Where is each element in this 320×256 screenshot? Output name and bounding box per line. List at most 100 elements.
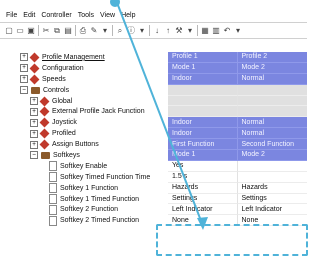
menu-help[interactable]: Help — [121, 12, 135, 19]
grid-cell[interactable]: Left Indicator — [168, 204, 238, 216]
grid-cell[interactable]: Normal — [237, 117, 307, 129]
menu-edit[interactable]: Edit — [23, 12, 35, 19]
tree-item[interactable]: + Configuration — [20, 63, 170, 74]
tree-item-label: Softkey Timed Function Time — [60, 173, 151, 181]
grid-cell[interactable]: Mode 1 — [168, 150, 238, 161]
grid-cell[interactable]: Normal — [237, 128, 307, 140]
print-icon[interactable]: ⎙ — [78, 25, 88, 37]
expand-icon[interactable]: + — [30, 97, 38, 105]
tree-item[interactable]: + Profiled — [20, 128, 170, 139]
toolbar-separator — [111, 25, 114, 37]
toolbar: ▢ ▭ ▣ ✂ ⧉ ▤ ⎙ ✎ ▾ ⌕ ⓘ ▾ ↓ ↑ ⚒ ▾ ▦ ▥ ↶ ▾ — [0, 22, 307, 39]
grid-icon[interactable]: ▦ — [200, 25, 210, 37]
search-icon[interactable]: ⌕ — [115, 25, 125, 37]
paste-icon[interactable]: ▤ — [63, 25, 73, 37]
collapse-icon[interactable]: − — [20, 86, 28, 95]
expand-icon[interactable]: + — [30, 118, 38, 127]
menu-tools[interactable]: Tools — [78, 12, 94, 19]
grid-cell[interactable]: 1.5 s — [168, 171, 238, 183]
grid-cell[interactable] — [168, 84, 238, 96]
tree-item[interactable]: + Profile Management — [20, 52, 170, 63]
tree-item[interactable]: + Speeds — [20, 74, 170, 85]
grid-cell[interactable]: Indoor — [168, 117, 238, 129]
wrench-icon[interactable]: ⚒ — [174, 25, 184, 37]
grid-cell[interactable]: Hazards — [168, 182, 238, 194]
download-icon[interactable]: ↓ — [152, 25, 162, 37]
grid-cell[interactable]: Second Function — [237, 139, 307, 151]
dropdown-icon[interactable]: ▾ — [233, 25, 243, 37]
grid-cell[interactable]: Mode 2 — [237, 62, 307, 74]
document-icon — [49, 172, 57, 183]
tree-item[interactable]: Softkey 1 Timed Function — [20, 194, 170, 205]
expand-icon[interactable]: + — [30, 140, 38, 149]
collapse-icon[interactable]: − — [30, 151, 38, 160]
tree-item-label: Joystick — [52, 119, 77, 127]
grid-cell[interactable]: Profile 2 — [237, 52, 307, 63]
tree-item[interactable]: + External Profile Jack Function — [20, 106, 170, 117]
expand-icon[interactable]: + — [20, 75, 28, 84]
setting-icon — [29, 52, 40, 63]
toolbar-separator — [74, 25, 77, 37]
grid-cell[interactable]: Mode 2 — [237, 150, 307, 161]
grid-row: First Function Second Function — [168, 139, 307, 151]
info-icon[interactable]: ⓘ — [126, 25, 136, 37]
setting-icon — [29, 63, 40, 74]
folder-icon — [41, 151, 50, 159]
tree-item[interactable]: + Assign Buttons — [20, 139, 170, 150]
new-icon[interactable]: ▢ — [4, 25, 14, 37]
tree-item-label: Softkey 2 Timed Function — [60, 217, 139, 225]
grid-cell[interactable] — [237, 106, 307, 118]
grid-cell[interactable]: Settings — [168, 193, 238, 205]
open-icon[interactable]: ▭ — [15, 25, 25, 37]
grid-cell[interactable]: Yes — [168, 160, 238, 172]
grid-cell[interactable]: Normal — [237, 73, 307, 85]
grid-cell[interactable] — [237, 160, 307, 172]
grid-cell[interactable] — [237, 95, 307, 107]
tree-item[interactable]: Softkey 2 Timed Function — [20, 215, 170, 226]
tree-item-label: Softkey Enable — [60, 162, 108, 170]
paint-icon[interactable]: ✎ — [89, 25, 99, 37]
expand-icon[interactable]: + — [20, 64, 28, 73]
expand-icon[interactable]: + — [30, 107, 38, 116]
tree-item[interactable]: − Controls — [20, 85, 170, 96]
table-icon[interactable]: ▥ — [211, 25, 221, 37]
dropdown-icon[interactable]: ▾ — [100, 25, 110, 37]
save-icon[interactable]: ▣ — [26, 25, 36, 37]
tree-item-label: Assign Buttons — [52, 141, 99, 149]
tree-item[interactable]: Softkey Enable — [20, 161, 170, 172]
tree-item[interactable]: + Global — [20, 96, 170, 107]
grid-cell[interactable]: Indoor — [168, 73, 238, 85]
copy-icon[interactable]: ⧉ — [52, 25, 62, 37]
undo-icon[interactable]: ↶ — [222, 25, 232, 37]
dropdown-icon[interactable]: ▾ — [137, 25, 147, 37]
grid-cell[interactable]: First Function — [168, 139, 238, 151]
grid-cell[interactable]: Left Indicator — [237, 204, 307, 216]
menu-view[interactable]: View — [100, 12, 115, 19]
grid-cell[interactable]: Mode 1 — [168, 62, 238, 74]
highlight-box — [156, 224, 308, 256]
expand-icon[interactable]: + — [30, 129, 38, 138]
tree-item[interactable]: Softkey 2 Function — [20, 204, 170, 215]
dropdown-icon[interactable]: ▾ — [185, 25, 195, 37]
expand-icon[interactable]: + — [20, 53, 28, 62]
cut-icon[interactable]: ✂ — [41, 25, 51, 37]
grid-cell[interactable]: Settings — [237, 193, 307, 205]
grid-cell[interactable]: Hazards — [237, 182, 307, 194]
grid-row: Settings Settings — [168, 193, 307, 205]
menu-controller[interactable]: Controller — [41, 12, 71, 19]
tree-item[interactable]: − Softkeys — [20, 150, 170, 161]
tree-item[interactable]: Softkey 1 Function — [20, 183, 170, 194]
grid-cell[interactable] — [237, 84, 307, 96]
menu-file[interactable]: File — [6, 12, 17, 19]
grid-row — [168, 106, 307, 118]
grid-cell[interactable]: Profile 1 — [168, 52, 238, 63]
grid-cell[interactable] — [237, 171, 307, 183]
grid-cell[interactable]: Indoor — [168, 128, 238, 140]
grid-cell[interactable] — [168, 95, 238, 107]
upload-icon[interactable]: ↑ — [163, 25, 173, 37]
tree-item-label: Softkey 2 Function — [60, 206, 118, 214]
grid-cell[interactable] — [168, 106, 238, 118]
tree-item[interactable]: Softkey Timed Function Time — [20, 172, 170, 183]
folder-icon — [31, 86, 40, 94]
tree-item[interactable]: + Joystick — [20, 117, 170, 128]
